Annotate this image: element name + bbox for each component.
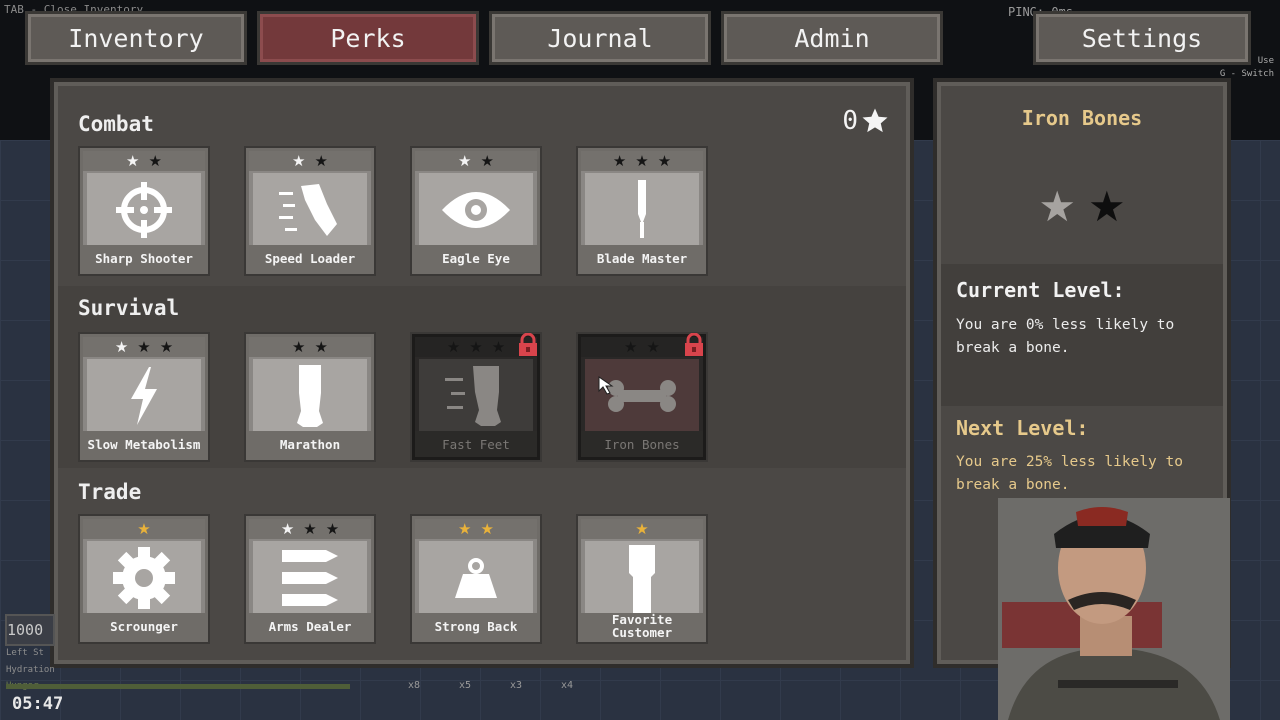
perk-card-scrounger[interactable]: ★ Scrounger xyxy=(80,516,208,642)
streamer-picture xyxy=(998,498,1230,720)
perk-card-iron-bones[interactable]: ★ ★ Iron Bones xyxy=(578,333,706,460)
star-rating: ★ ★ xyxy=(415,519,537,539)
tab-settings[interactable]: Settings xyxy=(1036,14,1248,62)
next-level-heading: Next Level: xyxy=(956,416,1089,440)
lock-icon xyxy=(519,333,537,356)
knife-icon xyxy=(638,180,646,238)
figure-icon xyxy=(629,545,655,613)
perk-card-arms-dealer[interactable]: ★ ★ ★ Arms Dealer xyxy=(246,516,374,642)
crosshair-icon xyxy=(116,182,172,238)
perk-name: Marathon xyxy=(249,431,371,457)
current-level-section: Current Level: You are 0% less likely to… xyxy=(941,264,1223,406)
multiplier-label: x5 xyxy=(459,680,472,691)
perk-name: Scrounger xyxy=(83,613,205,639)
perk-card-sharp-shooter[interactable]: ★ ★ Sharp Shooter xyxy=(80,148,208,274)
perk-detail-stars: ★ ★ xyxy=(941,186,1223,228)
magazine-icon xyxy=(279,184,337,236)
perk-card-slow-metabolism[interactable]: ★ ★ ★ Slow Metabolism xyxy=(80,334,208,460)
tab-perks[interactable]: Perks xyxy=(260,14,476,62)
mouse-cursor-icon xyxy=(598,376,614,395)
weight-icon xyxy=(455,558,497,598)
money-counter: 1000 xyxy=(5,614,55,646)
running-leg-icon xyxy=(445,366,501,426)
perk-name: Fast Feet xyxy=(415,431,537,457)
perk-name: Iron Bones xyxy=(581,431,703,457)
perk-name: Blade Master xyxy=(581,245,703,271)
perk-name: Arms Dealer xyxy=(249,613,371,639)
hunger-bar xyxy=(6,684,350,689)
multiplier-label: x3 xyxy=(510,680,523,691)
perk-card-marathon[interactable]: ★ ★ Marathon xyxy=(246,334,374,460)
webcam-overlay xyxy=(998,498,1230,720)
tab-journal[interactable]: Journal xyxy=(492,14,708,62)
section-title-trade: Trade xyxy=(78,480,142,504)
current-level-text: You are 0% less likely to break a bone. xyxy=(956,317,1175,356)
next-level-section: Next Level: You are 25% less likely to b… xyxy=(941,406,1223,506)
status-label-hydration: Hydration xyxy=(6,665,55,675)
perk-card-eagle-eye[interactable]: ★ ★ Eagle Eye xyxy=(412,148,540,274)
perk-name: Favorite Customer xyxy=(581,613,703,639)
bullets-icon xyxy=(282,550,338,606)
leg-icon xyxy=(297,365,323,427)
tab-inventory[interactable]: Inventory xyxy=(28,14,244,62)
star-rating: ★ ★ ★ xyxy=(581,151,703,171)
perk-card-favorite-customer[interactable]: ★ Favorite Customer xyxy=(578,516,706,642)
perk-card-strong-back[interactable]: ★ ★ Strong Back xyxy=(412,516,540,642)
gear-icon xyxy=(113,547,175,609)
multiplier-label: x4 xyxy=(561,680,574,691)
perk-name: Strong Back xyxy=(415,613,537,639)
switch-hint: G - Switch xyxy=(1219,69,1274,79)
section-title-combat: Combat xyxy=(78,112,154,136)
star-icon: ★ xyxy=(1088,182,1126,231)
perk-name: Speed Loader xyxy=(249,245,371,271)
star-rating: ★ ★ ★ xyxy=(249,519,371,539)
star-rating: ★ ★ xyxy=(415,151,537,171)
perks-panel: 0 Combat Survival Trade ★ ★ Sharp Shooter… xyxy=(58,86,906,660)
section-title-survival: Survival xyxy=(78,296,180,320)
perk-card-speed-loader[interactable]: ★ ★ Speed Loader xyxy=(246,148,374,274)
multiplier-label: x8 xyxy=(408,680,421,691)
perk-name: Slow Metabolism xyxy=(83,431,205,457)
perk-detail-title: Iron Bones xyxy=(1021,106,1143,130)
perk-name: Sharp Shooter xyxy=(83,245,205,271)
perk-card-fast-feet[interactable]: ★ ★ ★ Fast Feet xyxy=(412,333,540,460)
perk-name: Eagle Eye xyxy=(415,245,537,271)
tab-admin[interactable]: Admin xyxy=(724,14,940,62)
current-level-heading: Current Level: xyxy=(956,278,1125,302)
perk-card-blade-master[interactable]: ★ ★ ★ Blade Master xyxy=(578,148,706,274)
bone-icon xyxy=(608,380,676,412)
star-rating: ★ ★ xyxy=(249,151,371,171)
game-clock: 05:47 xyxy=(12,694,64,714)
star-rating: ★ xyxy=(581,519,703,539)
next-level-text: You are 25% less likely to break a bone. xyxy=(956,454,1183,493)
lightning-icon xyxy=(131,367,157,425)
star-rating: ★ xyxy=(83,519,205,539)
star-rating: ★ ★ xyxy=(249,337,371,357)
status-label-stamina: Left St xyxy=(6,648,44,658)
eye-icon xyxy=(442,192,510,228)
lock-icon xyxy=(685,333,703,356)
star-icon: ★ xyxy=(1038,182,1076,231)
star-rating: ★ ★ xyxy=(83,151,205,171)
star-rating: ★ ★ ★ xyxy=(83,337,205,357)
